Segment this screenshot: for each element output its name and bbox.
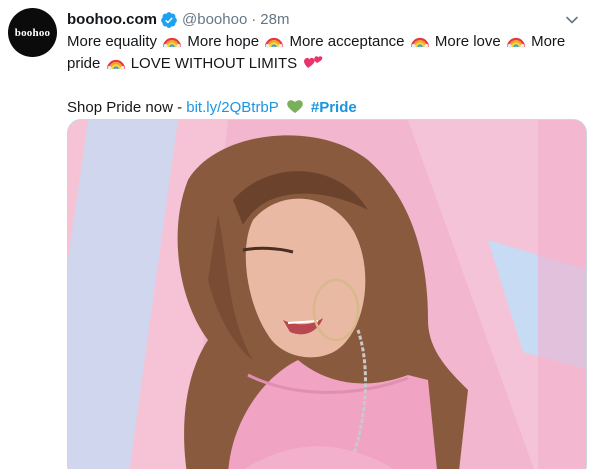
tweet-header: boohoo.com @boohoo · 28m — [67, 9, 585, 31]
handle[interactable]: @boohoo — [182, 10, 247, 30]
verified-badge-icon — [160, 11, 178, 29]
timestamp[interactable]: 28m — [260, 10, 289, 30]
text-segment: pride — [67, 55, 101, 72]
rainbow-emoji-icon — [265, 32, 284, 48]
video-frame-illustration — [68, 120, 586, 469]
text-segment: More — [531, 33, 566, 50]
text-segment: More acceptance — [289, 33, 405, 50]
avatar-logo-text: boohoo — [14, 26, 51, 39]
green-heart-emoji-icon — [286, 98, 304, 114]
rainbow-emoji-icon — [506, 32, 526, 48]
shop-prefix-text: Shop Pride now - — [67, 99, 183, 116]
shortened-link[interactable]: bit.ly/2QBtrbP — [186, 99, 278, 116]
tweet-text-line-1: More equality More hope More acceptance … — [67, 31, 577, 53]
text-segment: LOVE WITHOUT LIMITS — [130, 55, 298, 72]
text-segment: More hope — [187, 33, 260, 50]
tweet-text-line-3: Shop Pride now - bit.ly/2QBtrbP #Pride — [67, 97, 577, 119]
tweet-text: More equality More hope More acceptance … — [67, 31, 577, 119]
two-hearts-emoji-icon — [303, 54, 323, 70]
display-name[interactable]: boohoo.com — [67, 10, 157, 30]
avatar[interactable]: boohoo — [8, 8, 57, 57]
chevron-down-icon[interactable] — [563, 11, 581, 29]
tweet-text-line-2: pride LOVE WITHOUT LIMITS — [67, 53, 577, 75]
rainbow-emoji-icon — [163, 32, 182, 48]
rainbow-emoji-icon — [106, 54, 125, 70]
text-segment: More equality — [67, 33, 158, 50]
rainbow-emoji-icon — [410, 32, 429, 48]
text-segment: More love — [434, 33, 501, 50]
separator-dot: · — [251, 11, 257, 28]
hashtag-pride[interactable]: #Pride — [311, 99, 357, 116]
media-video[interactable] — [67, 119, 587, 469]
tweet[interactable]: boohoo boohoo.com @boohoo · 28m More equ… — [0, 0, 595, 469]
